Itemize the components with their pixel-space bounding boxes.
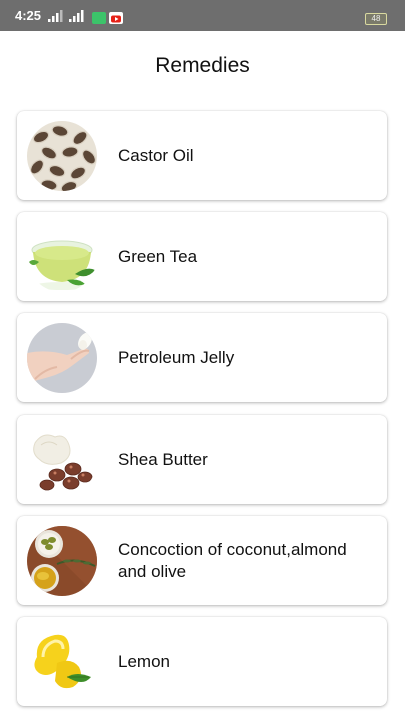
status-time: 4:25: [15, 8, 42, 23]
olive-oil-image: [27, 526, 97, 596]
remedy-card-castor-oil[interactable]: Castor Oil: [17, 111, 387, 200]
remedy-card-shea-butter[interactable]: Shea Butter: [17, 415, 387, 504]
signal-icon: [69, 10, 84, 22]
page-title: Remedies: [155, 54, 250, 77]
remedy-card-concoction[interactable]: Concoction of coconut,almond and olive: [17, 516, 387, 605]
lemon-image: [27, 627, 97, 697]
petroleum-jelly-image: [27, 323, 97, 393]
remedy-label: Castor Oil: [118, 145, 194, 165]
signal-icon: [48, 10, 63, 22]
remedy-label: Concoction of coconut,almond and olive: [118, 539, 347, 581]
battery-icon: 48: [365, 13, 387, 25]
remedy-label: Shea Butter: [118, 449, 208, 469]
youtube-icon: [109, 12, 123, 24]
remedy-card-green-tea[interactable]: Green Tea: [17, 212, 387, 301]
shea-butter-image: [27, 425, 97, 495]
message-app-icon: [92, 12, 106, 24]
remedy-label: Lemon: [118, 651, 170, 671]
status-bar: 4:25 48: [0, 0, 405, 31]
remedy-label: Green Tea: [118, 246, 198, 266]
castor-seeds-image: [27, 121, 97, 191]
green-tea-image: [27, 222, 97, 292]
remedy-label: Petroleum Jelly: [118, 347, 235, 367]
remedy-card-lemon[interactable]: Lemon: [17, 617, 387, 706]
remedy-card-petroleum-jelly[interactable]: Petroleum Jelly: [17, 313, 387, 402]
